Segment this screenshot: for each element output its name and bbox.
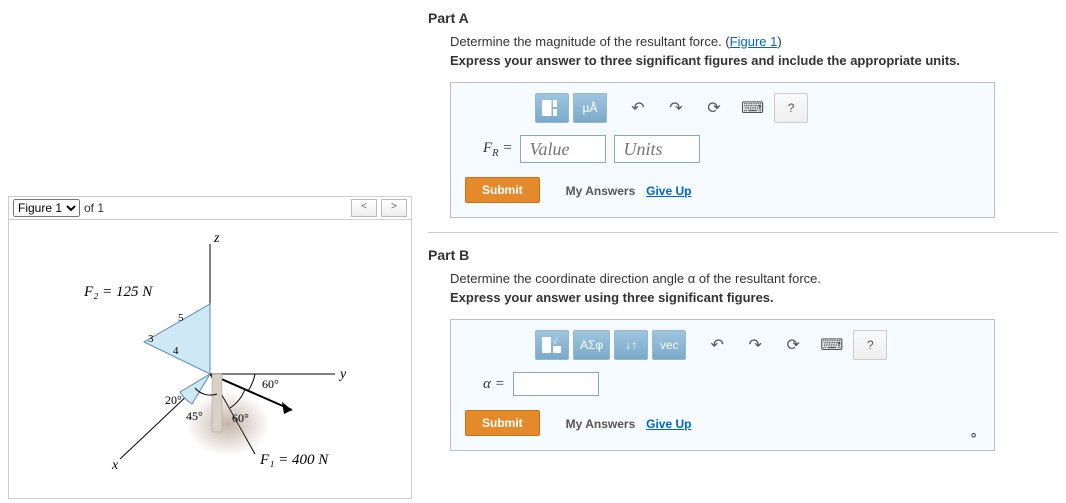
part-a-answer-line: FR =: [483, 135, 980, 163]
svg-text:4: 4: [173, 345, 179, 357]
part-a-instruction: Express your answer to three significant…: [450, 53, 1058, 68]
subscript-button[interactable]: ↓↑: [614, 330, 648, 360]
svg-text:x: x: [111, 458, 119, 473]
part-a-prompt: Determine the magnitude of the resultant…: [450, 34, 1058, 49]
part-b-title: Part B: [428, 247, 1058, 263]
undo-button[interactable]: ↶: [700, 330, 734, 360]
svg-text:F₁ = 400 N: F₁ = 400 N: [259, 452, 329, 468]
figure-svg: z y x F₂ = 125 N F₁ = 400 N 20° 45° 60° …: [20, 224, 400, 494]
figure-prev-button[interactable]: <: [351, 199, 377, 217]
svg-text:√: √: [553, 337, 558, 346]
keyboard-button[interactable]: ⌨: [814, 330, 849, 360]
vector-button[interactable]: vec: [652, 330, 686, 360]
part-b-prompt: Determine the coordinate direction angle…: [450, 271, 1058, 286]
figure-nav-bar: Figure 1 of 1 < >: [8, 196, 412, 219]
svg-text:3: 3: [148, 333, 154, 345]
alpha-input[interactable]: [513, 372, 599, 396]
my-answers-label: My Answers: [566, 184, 636, 198]
figure-link[interactable]: Figure 1: [730, 34, 778, 49]
svg-text:60°: 60°: [262, 377, 279, 391]
svg-text:5: 5: [178, 312, 184, 324]
templates-button[interactable]: √: [535, 330, 569, 360]
keyboard-button[interactable]: ⌨: [735, 93, 770, 123]
redo-button[interactable]: ↷: [659, 93, 693, 123]
part-b-answer-line: α =: [483, 372, 980, 396]
alpha-label: α =: [483, 376, 505, 393]
redo-button[interactable]: ↷: [738, 330, 772, 360]
questions-panel: Part A Determine the magnitude of the re…: [420, 0, 1066, 499]
reset-button[interactable]: ⟳: [697, 93, 731, 123]
units-style-button[interactable]: µÅ: [573, 93, 607, 123]
submit-button[interactable]: Submit: [465, 177, 540, 203]
undo-button[interactable]: ↶: [621, 93, 655, 123]
give-up-link[interactable]: Give Up: [646, 184, 691, 198]
part-b-answer-box: √ ΑΣφ ↓↑ vec ↶ ↷ ⟳ ⌨ ? α = ∘: [450, 319, 995, 451]
svg-text:60°: 60°: [232, 411, 249, 425]
svg-text:45°: 45°: [186, 409, 203, 423]
figure-next-button[interactable]: >: [381, 199, 407, 217]
svg-text:y: y: [338, 367, 347, 382]
svg-text:20°: 20°: [165, 393, 182, 407]
degree-symbol: ∘: [969, 426, 978, 443]
figure-count-text: of 1: [84, 201, 104, 215]
help-button[interactable]: ?: [853, 330, 887, 360]
units-input[interactable]: [614, 135, 700, 163]
figure-select[interactable]: Figure 1: [13, 199, 80, 217]
reset-button[interactable]: ⟳: [776, 330, 810, 360]
figure-canvas: z y x F₂ = 125 N F₁ = 400 N 20° 45° 60° …: [8, 219, 412, 499]
svg-text:F₂ = 125 N: F₂ = 125 N: [83, 284, 153, 300]
part-a-answer-box: µÅ ↶ ↷ ⟳ ⌨ ? FR = Submit My Answers: [450, 82, 995, 218]
my-answers-label: My Answers: [566, 417, 636, 431]
svg-text:z: z: [213, 231, 220, 246]
help-button[interactable]: ?: [774, 93, 808, 123]
part-a-title: Part A: [428, 10, 1058, 26]
separator: [428, 232, 1058, 233]
value-input[interactable]: [520, 135, 606, 163]
symbols-button[interactable]: ΑΣφ: [573, 330, 610, 360]
submit-button[interactable]: Submit: [465, 410, 540, 436]
part-a-button-row: Submit My Answers Give Up: [465, 177, 980, 203]
part-b-toolbar: √ ΑΣφ ↓↑ vec ↶ ↷ ⟳ ⌨ ?: [535, 330, 980, 360]
templates-button[interactable]: [535, 93, 569, 123]
part-a-toolbar: µÅ ↶ ↷ ⟳ ⌨ ?: [535, 93, 980, 123]
figure-panel: Figure 1 of 1 < >: [0, 0, 420, 499]
part-b-button-row: Submit My Answers Give Up: [465, 410, 980, 436]
part-b-instruction: Express your answer using three signific…: [450, 290, 1058, 305]
fr-label: FR =: [483, 140, 512, 159]
give-up-link[interactable]: Give Up: [646, 417, 691, 431]
